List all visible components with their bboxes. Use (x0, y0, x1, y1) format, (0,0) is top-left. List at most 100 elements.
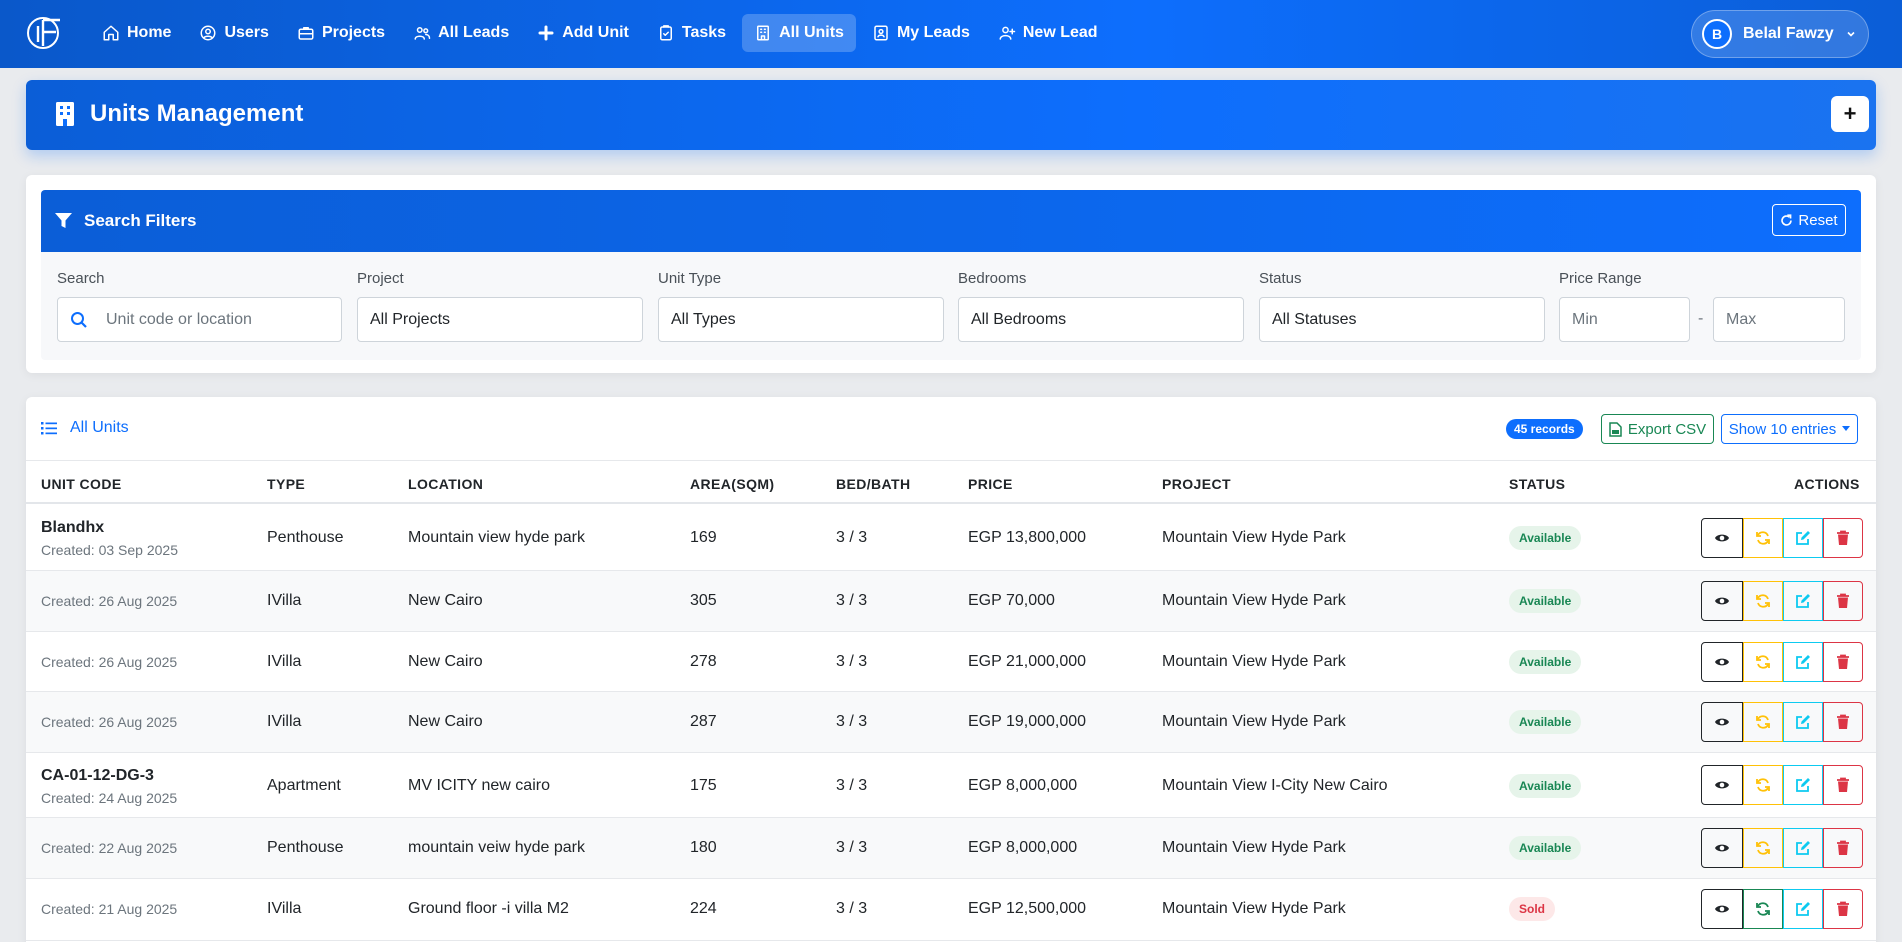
logo-icon[interactable] (26, 14, 64, 52)
change-status-button[interactable] (1743, 889, 1783, 929)
edit-button[interactable] (1783, 889, 1823, 929)
table-row[interactable]: Blandhx Created: 03 Sep 2025 Penthouse M… (26, 505, 1876, 571)
edit-button[interactable] (1783, 828, 1823, 868)
search-input[interactable]: Unit code or location (57, 297, 342, 342)
status-select[interactable]: All Statuses (1259, 297, 1545, 342)
created-date: Created: 26 Aug 2025 (41, 593, 178, 609)
delete-button[interactable] (1823, 828, 1863, 868)
view-button[interactable] (1701, 889, 1743, 929)
row-actions (1701, 642, 1863, 682)
table-row[interactable]: Created: 21 Aug 2025 IVilla Ground floor… (26, 879, 1876, 941)
filters-body: Search Unit code or location Project All… (41, 252, 1861, 360)
unit-location: New Cairo (408, 713, 483, 730)
nav-item-tasks[interactable]: Tasks (645, 14, 738, 52)
delete-button[interactable] (1823, 765, 1863, 805)
sync-icon (1756, 841, 1770, 855)
list-icon (41, 422, 57, 435)
edit-button[interactable] (1783, 702, 1823, 742)
briefcase-icon (298, 27, 314, 40)
col-area[interactable]: AREA(SQM) (690, 476, 774, 492)
unit-type-label: Unit Type (658, 270, 722, 287)
unit-project: Mountain View Hyde Park (1162, 839, 1346, 856)
nav-item-label: All Units (779, 24, 844, 41)
price-min-input[interactable]: Min (1559, 297, 1690, 342)
col-bed-bath[interactable]: BED/BATH (836, 476, 911, 492)
unit-code[interactable]: CA-01-12-DG-3 (41, 767, 154, 785)
view-button[interactable] (1701, 581, 1743, 621)
col-location[interactable]: LOCATION (408, 476, 483, 492)
edit-button[interactable] (1783, 765, 1823, 805)
page-title: Units Management (90, 100, 304, 127)
edit-button[interactable] (1783, 581, 1823, 621)
view-button[interactable] (1701, 765, 1743, 805)
nav-item-add-unit[interactable]: Add Unit (525, 14, 641, 52)
view-button[interactable] (1701, 828, 1743, 868)
change-status-button[interactable] (1743, 518, 1783, 558)
nav-item-users[interactable]: Users (187, 14, 280, 52)
refresh-icon (1781, 213, 1793, 226)
edit-icon (1796, 778, 1810, 792)
user-menu[interactable]: B Belal Fawzy (1691, 10, 1869, 58)
nav-item-my-leads[interactable]: My Leads (860, 14, 982, 52)
change-status-button[interactable] (1743, 581, 1783, 621)
col-price[interactable]: PRICE (968, 476, 1013, 492)
col-type[interactable]: TYPE (267, 476, 305, 492)
col-actions: ACTIONS (1794, 476, 1860, 492)
edit-button[interactable] (1783, 518, 1823, 558)
table-row[interactable]: Created: 26 Aug 2025 IVilla New Cairo 27… (26, 632, 1876, 692)
delete-button[interactable] (1823, 702, 1863, 742)
project-select[interactable]: All Projects (357, 297, 643, 342)
price-separator: - (1698, 310, 1704, 327)
delete-button[interactable] (1823, 889, 1863, 929)
show-entries-dropdown[interactable]: Show 10 entries (1721, 414, 1858, 444)
col-project[interactable]: PROJECT (1162, 476, 1231, 492)
unit-type: Penthouse (267, 529, 344, 546)
nav-item-projects[interactable]: Projects (285, 14, 397, 52)
delete-button[interactable] (1823, 581, 1863, 621)
nav-item-all-leads[interactable]: All Leads (401, 14, 521, 52)
export-label: Export CSV (1627, 420, 1707, 438)
view-button[interactable] (1701, 642, 1743, 682)
view-button[interactable] (1701, 702, 1743, 742)
building-icon (56, 102, 74, 126)
nav-item-home[interactable]: Home (90, 14, 183, 52)
price-range-label: Price Range (1559, 270, 1642, 287)
reset-button[interactable]: Reset (1772, 204, 1846, 236)
unit-code[interactable]: Blandhx (41, 519, 104, 537)
unit-bed-bath: 3 / 3 (836, 713, 868, 730)
unit-area: 278 (690, 653, 717, 670)
export-csv-button[interactable]: Export CSV (1601, 414, 1714, 444)
edit-button[interactable] (1783, 642, 1823, 682)
caret-down-icon (1842, 426, 1851, 431)
col-unit-code[interactable]: UNIT CODE (41, 476, 122, 492)
table-row[interactable]: Created: 26 Aug 2025 IVilla New Cairo 28… (26, 692, 1876, 753)
nav-item-all-units[interactable]: All Units (742, 14, 856, 52)
change-status-button[interactable] (1743, 642, 1783, 682)
change-status-button[interactable] (1743, 765, 1783, 805)
unit-price: EGP 8,000,000 (968, 839, 1078, 856)
col-status[interactable]: STATUS (1509, 476, 1565, 492)
unit-area: 287 (690, 713, 717, 730)
change-status-button[interactable] (1743, 828, 1783, 868)
table-row[interactable]: Created: 26 Aug 2025 IVilla New Cairo 30… (26, 571, 1876, 632)
table-row[interactable]: Created: 22 Aug 2025 Penthouse mountain … (26, 818, 1876, 879)
delete-button[interactable] (1823, 518, 1863, 558)
unit-bed-bath: 3 / 3 (836, 900, 868, 917)
search-label: Search (57, 270, 105, 287)
price-max-input[interactable]: Max (1713, 297, 1845, 342)
unit-type-select[interactable]: All Types (658, 297, 944, 342)
nav-item-new-lead[interactable]: New Lead (986, 14, 1110, 52)
records-badge: 45 records (1506, 419, 1583, 439)
users-icon (414, 27, 431, 40)
delete-button[interactable] (1823, 642, 1863, 682)
add-unit-button[interactable]: + (1831, 96, 1869, 132)
view-button[interactable] (1701, 518, 1743, 558)
unit-bed-bath: 3 / 3 (836, 777, 868, 794)
change-status-button[interactable] (1743, 702, 1783, 742)
bedrooms-select[interactable]: All Bedrooms (958, 297, 1244, 342)
sync-icon (1756, 902, 1770, 916)
unit-type: Penthouse (267, 839, 344, 856)
row-actions (1701, 702, 1863, 742)
unit-bed-bath: 3 / 3 (836, 839, 868, 856)
table-row[interactable]: CA-01-12-DG-3 Created: 24 Aug 2025 Apart… (26, 753, 1876, 818)
